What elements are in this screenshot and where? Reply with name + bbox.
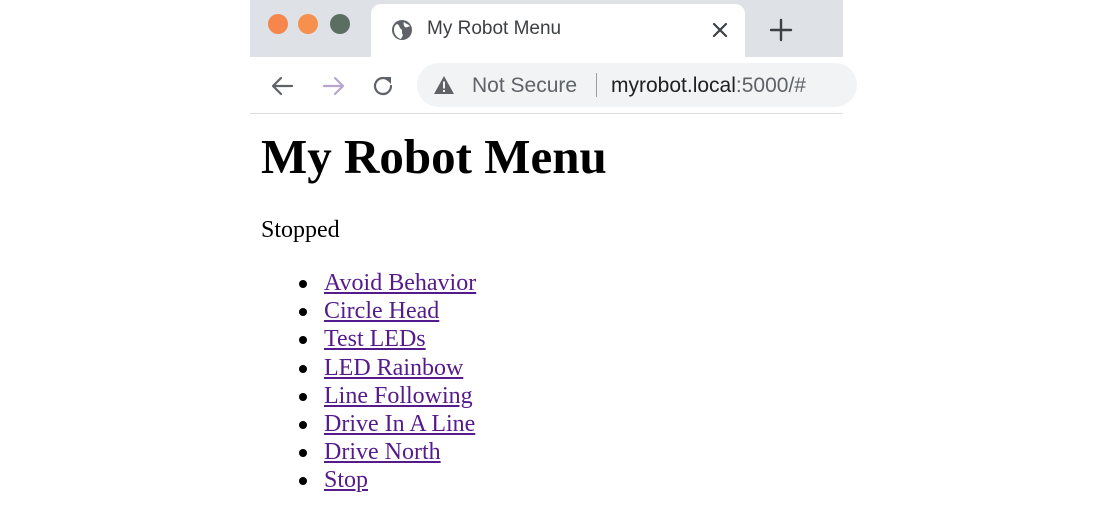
bullet-icon	[299, 449, 307, 458]
window-close-button[interactable]	[268, 14, 288, 34]
bullet-icon	[299, 420, 307, 429]
bullet-icon	[299, 308, 307, 317]
menu-link-test-leds[interactable]: Test LEDs	[324, 326, 426, 352]
security-label[interactable]: Not Secure	[472, 74, 577, 98]
list-item: Circle Head	[250, 297, 476, 325]
page-title: My Robot Menu	[261, 129, 607, 184]
browser-window: My Robot Menu Not Secure myrobot.local:5…	[250, 0, 857, 508]
new-tab-plus-icon[interactable]	[768, 17, 794, 43]
menu-link-stop[interactable]: Stop	[324, 467, 368, 493]
robot-status: Stopped	[261, 217, 340, 243]
reload-icon[interactable]	[370, 73, 396, 99]
robot-menu-list: Avoid Behavior Circle Head Test LEDs LED…	[250, 269, 476, 495]
address-separator	[596, 73, 597, 97]
bullet-icon	[299, 392, 307, 401]
toolbar: Not Secure myrobot.local:5000/#	[250, 57, 857, 114]
close-icon[interactable]	[709, 19, 731, 41]
list-item: Stop	[250, 466, 476, 494]
menu-link-avoid-behavior[interactable]: Avoid Behavior	[324, 270, 476, 296]
list-item: Line Following	[250, 382, 476, 410]
menu-link-line-following[interactable]: Line Following	[324, 383, 473, 409]
globe-icon	[392, 20, 412, 40]
url-text[interactable]: myrobot.local:5000/#	[611, 74, 806, 98]
url-host: myrobot.local	[611, 74, 736, 97]
tab-my-robot-menu[interactable]: My Robot Menu	[371, 4, 745, 57]
bullet-icon	[299, 336, 307, 345]
menu-link-drive-in-a-line[interactable]: Drive In A Line	[324, 411, 475, 437]
warning-triangle-icon[interactable]	[433, 75, 455, 95]
bullet-icon	[299, 477, 307, 486]
back-arrow-icon[interactable]	[270, 73, 296, 99]
menu-link-circle-head[interactable]: Circle Head	[324, 298, 439, 324]
list-item: Drive In A Line	[250, 410, 476, 438]
tab-title: My Robot Menu	[427, 18, 562, 39]
menu-link-drive-north[interactable]: Drive North	[324, 439, 441, 465]
list-item: Drive North	[250, 438, 476, 466]
bullet-icon	[299, 364, 307, 373]
list-item: Avoid Behavior	[250, 269, 476, 297]
address-bar[interactable]: Not Secure myrobot.local:5000/#	[417, 63, 857, 107]
window-minimize-button[interactable]	[298, 14, 318, 34]
menu-link-led-rainbow[interactable]: LED Rainbow	[324, 355, 463, 381]
tab-strip: My Robot Menu	[250, 0, 843, 57]
bullet-icon	[299, 280, 307, 288]
list-item: Test LEDs	[250, 325, 476, 353]
url-port-path: :5000/#	[735, 74, 806, 97]
window-maximize-button[interactable]	[330, 14, 350, 34]
page-content: My Robot Menu Stopped Avoid Behavior Cir…	[250, 114, 843, 508]
list-item: LED Rainbow	[250, 354, 476, 382]
forward-arrow-icon[interactable]	[320, 73, 346, 99]
